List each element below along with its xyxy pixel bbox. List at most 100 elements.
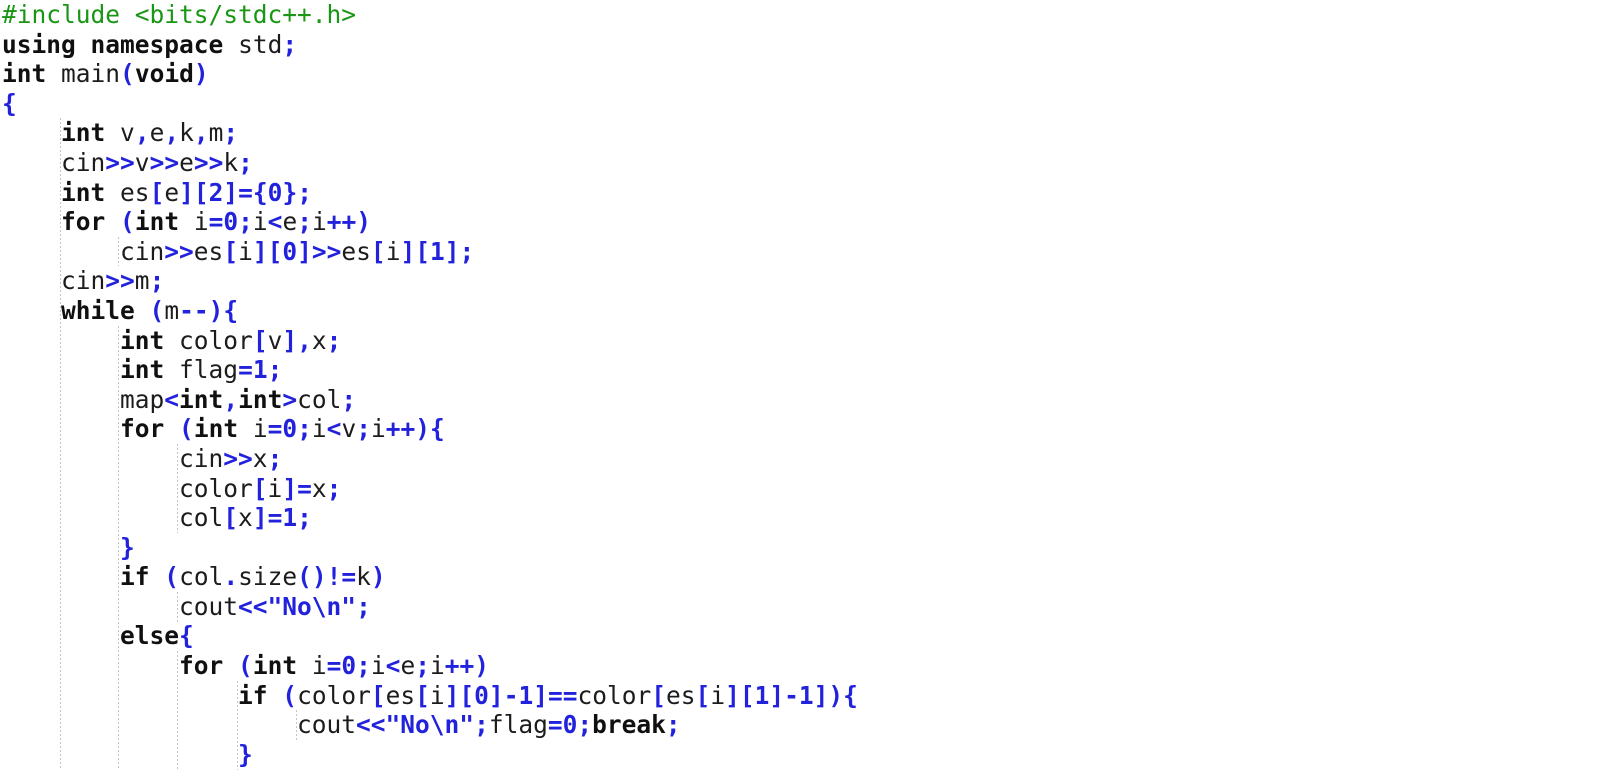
code-editor[interactable]: #include <bits/stdc++.h> using namespace … (0, 0, 1610, 780)
code-token: i (238, 236, 253, 266)
code-token: } (120, 532, 135, 562)
code-token: . (223, 562, 239, 592)
code-token: ] (282, 325, 298, 355)
code-line[interactable]: for (int i=0;i<e;i++) (0, 651, 1610, 681)
code-line[interactable]: col[x]=1; (0, 503, 1610, 533)
code-line[interactable]: cout<<"No\n"; (0, 592, 1610, 622)
code-line[interactable]: cin>>es[i][0]>>es[i][1]; (0, 237, 1610, 267)
code-token: != (326, 562, 357, 592)
code-token: e (149, 118, 165, 148)
code-line[interactable]: cin>>x; (0, 444, 1610, 474)
code-line[interactable]: #include <bits/stdc++.h> (0, 0, 1610, 30)
code-token: ) (415, 414, 431, 444)
code-line[interactable]: cin>>m; (0, 266, 1610, 296)
code-line[interactable]: if (color[es[i][0]-1]==color[es[i][1]-1]… (0, 681, 1610, 711)
code-token: < (326, 414, 342, 444)
code-token: e (164, 177, 180, 207)
code-token: } (282, 177, 298, 207)
code-token: namespace (90, 29, 224, 59)
code-token: = (238, 355, 253, 385)
code-token: ][ (725, 680, 755, 710)
code-token: v (341, 414, 357, 444)
code-token: < (164, 384, 180, 414)
code-line[interactable]: } (0, 533, 1610, 563)
code-token: v (134, 147, 150, 177)
code-line[interactable]: using namespace std; (0, 30, 1610, 60)
code-content[interactable]: #include <bits/stdc++.h> using namespace … (0, 0, 1610, 769)
code-token: m (208, 118, 224, 148)
code-token: [ (223, 503, 239, 533)
code-line[interactable]: for (int i=0;i<v;i++){ (0, 414, 1610, 444)
code-token: = (267, 503, 283, 533)
code-token: col (179, 503, 224, 533)
code-token: [ (370, 680, 386, 710)
code-token: >> (311, 236, 342, 266)
code-token: e (400, 651, 416, 681)
code-token: k (356, 562, 371, 592)
code-token: ]) (813, 680, 844, 710)
code-line[interactable]: int es[e][2]={0}; (0, 178, 1610, 208)
code-token: { (430, 414, 445, 444)
code-token: -- (179, 295, 209, 325)
code-line[interactable]: int flag=1; (0, 355, 1610, 385)
code-line[interactable]: for (int i=0;i<e;i++) (0, 207, 1610, 237)
code-token: ( (179, 414, 194, 444)
code-token: , (223, 384, 239, 414)
code-token: >> (164, 236, 194, 266)
code-token: ++ (326, 207, 357, 237)
code-token: 0 (474, 680, 489, 710)
code-line[interactable]: int color[v],x; (0, 326, 1610, 356)
code-token: es (385, 680, 416, 710)
code-line[interactable]: int main(void) (0, 59, 1610, 89)
code-token: es (666, 680, 696, 710)
code-token: if (238, 680, 268, 710)
code-token: for (120, 414, 165, 444)
code-line[interactable]: if (col.size()!=k) (0, 562, 1610, 592)
code-line[interactable]: map<int,int>col; (0, 385, 1610, 415)
code-token: map (120, 384, 165, 414)
code-token: ; (356, 414, 371, 444)
code-token: i (429, 680, 445, 710)
code-token: 0 (282, 414, 298, 444)
code-token: ; (238, 147, 253, 177)
code-token: e (282, 207, 298, 237)
code-token: << (356, 710, 386, 740)
code-line[interactable]: color[i]=x; (0, 474, 1610, 504)
code-token: ; (223, 118, 239, 148)
code-token: >> (105, 266, 135, 296)
code-token: ; (297, 207, 312, 237)
code-line[interactable]: cout<<"No\n";flag=0;break; (0, 710, 1610, 740)
code-token: es (193, 236, 224, 266)
code-line[interactable]: } (0, 740, 1610, 770)
code-token: x (238, 503, 253, 533)
code-line[interactable]: else{ (0, 621, 1610, 651)
code-line[interactable]: int v,e,k,m; (0, 118, 1610, 148)
code-token: >> (149, 147, 180, 177)
code-token: v (120, 118, 135, 148)
code-token: ( (282, 680, 298, 710)
code-line[interactable]: cin>>v>>e>>k; (0, 148, 1610, 178)
code-token: i (311, 414, 327, 444)
code-token: 1 (518, 680, 534, 710)
code-token: int (179, 384, 224, 414)
code-token: m (164, 295, 180, 325)
code-line[interactable]: while (m--){ (0, 296, 1610, 326)
code-token: cout (297, 710, 357, 740)
code-token: while (61, 295, 135, 325)
code-line[interactable]: { (0, 89, 1610, 119)
